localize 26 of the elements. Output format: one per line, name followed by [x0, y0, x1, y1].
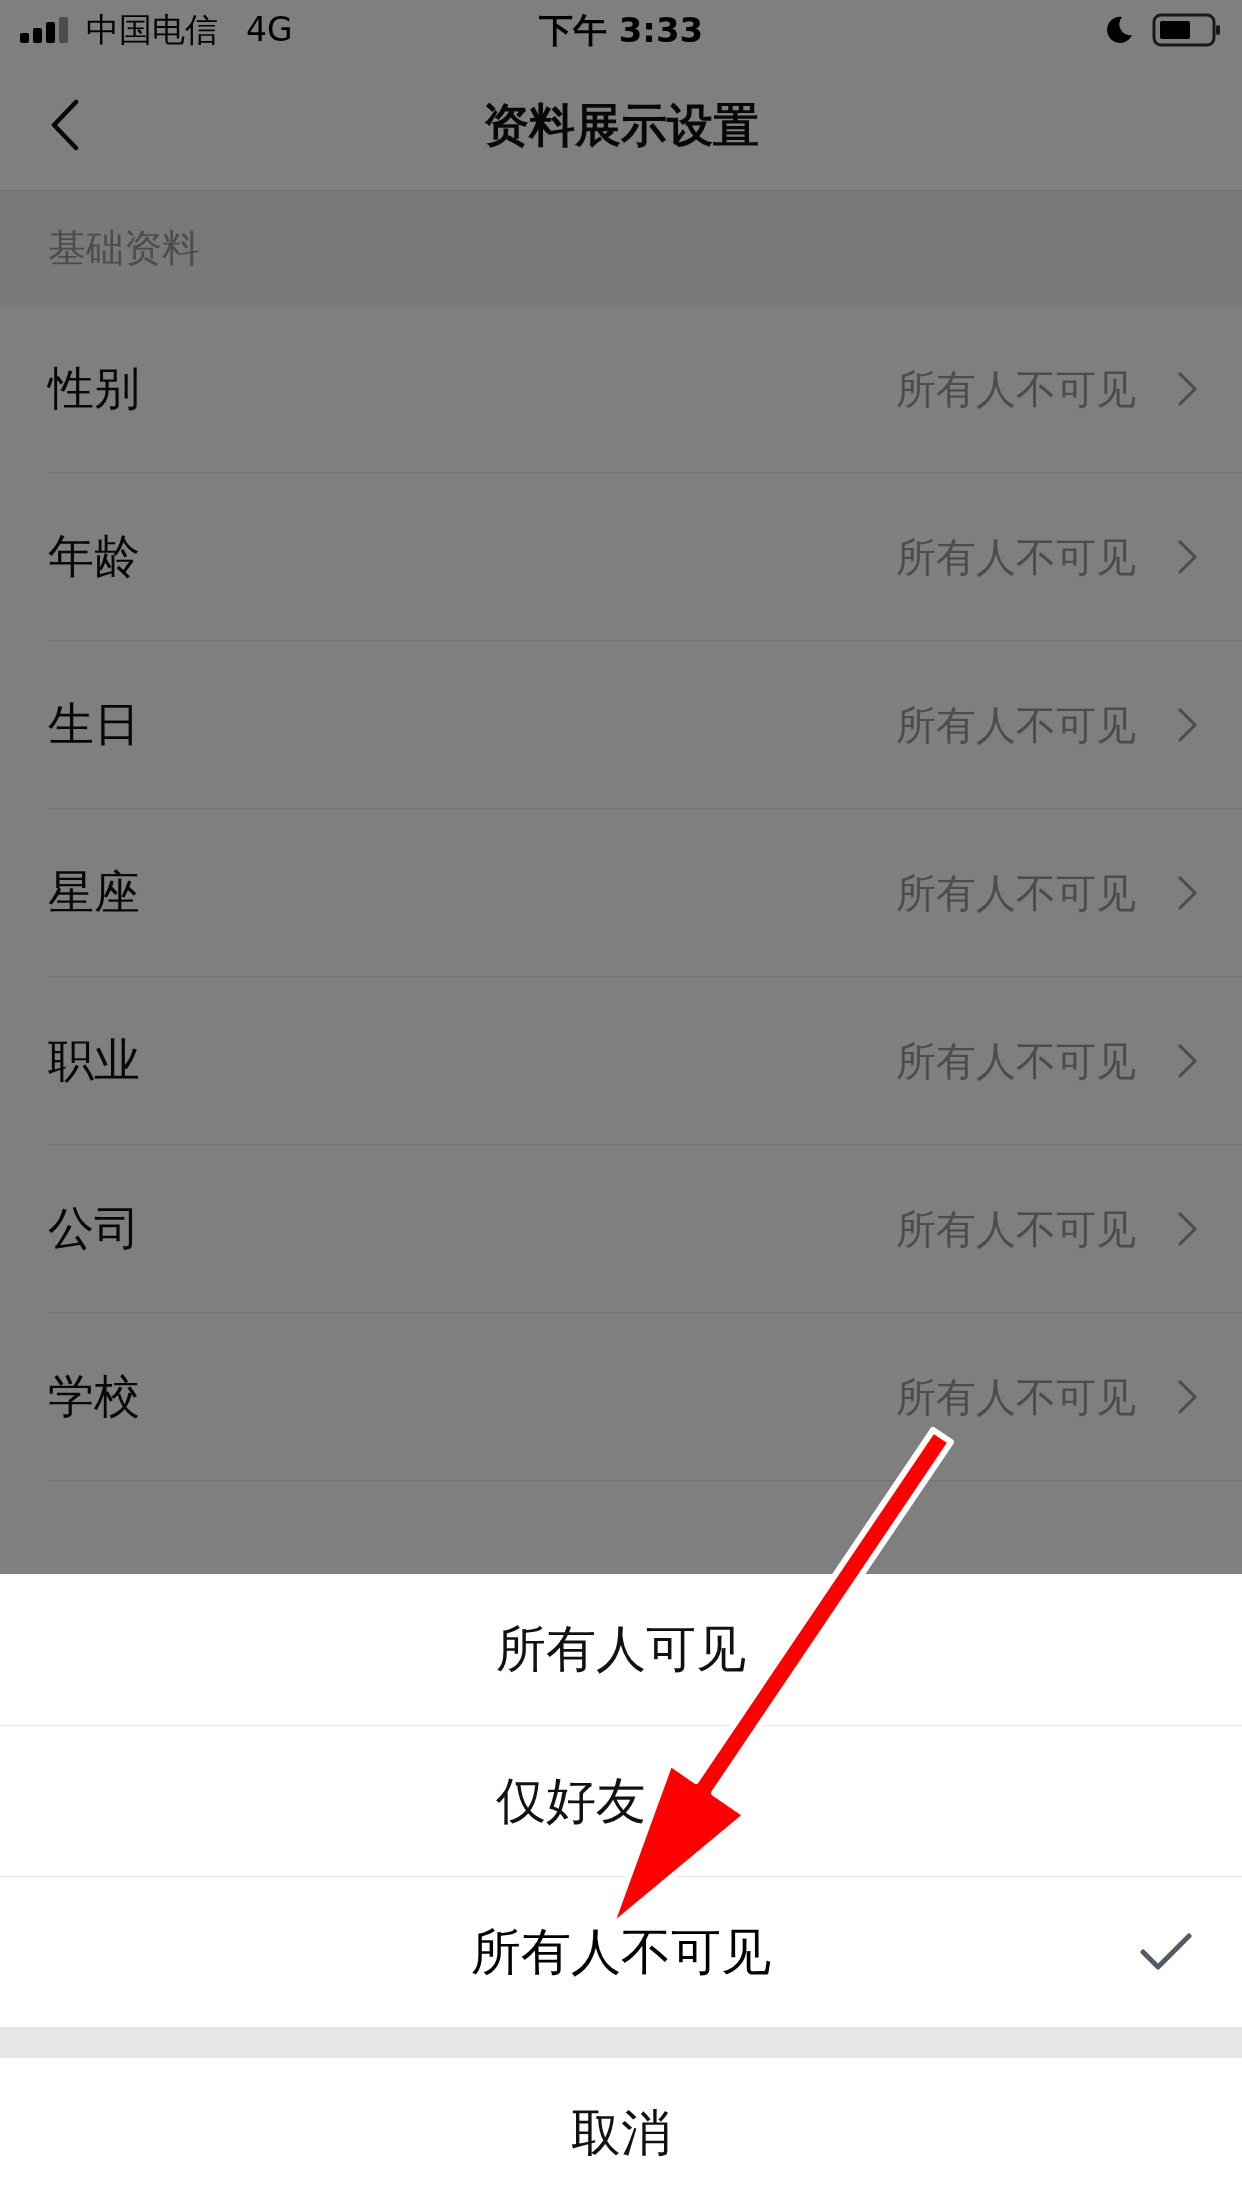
- status-time: 下午 3:33: [538, 8, 704, 52]
- back-icon: [50, 99, 80, 151]
- chevron-right-icon: [1176, 873, 1198, 912]
- moon-icon: [1104, 15, 1134, 45]
- sheet-option[interactable]: 所有人可见: [0, 1574, 1242, 1725]
- page-title: 资料展示设置: [483, 96, 759, 154]
- chevron-right-icon: [1176, 1041, 1198, 1080]
- cancel-button[interactable]: 取消: [0, 2058, 1242, 2208]
- network-type: 4G: [246, 9, 293, 52]
- checkmark-icon: [1140, 1933, 1192, 1971]
- row-label: 公司: [48, 1200, 140, 1257]
- row-label: 星座: [48, 864, 140, 921]
- chevron-right-icon: [1176, 369, 1198, 408]
- chevron-right-icon: [1176, 705, 1198, 744]
- row-label: 生日: [48, 696, 140, 753]
- row-label: 年龄: [48, 528, 140, 585]
- sheet-option[interactable]: 仅好友: [0, 1725, 1242, 1876]
- chevron-right-icon: [1176, 1377, 1198, 1416]
- chevron-right-icon: [1176, 1209, 1198, 1248]
- carrier-name: 中国电信: [86, 9, 218, 52]
- row-label: 学校: [48, 1368, 140, 1425]
- chevron-right-icon: [1176, 537, 1198, 576]
- row-label: 性别: [48, 360, 140, 417]
- battery-icon: [1152, 13, 1222, 47]
- row-label: 职业: [48, 1032, 140, 1089]
- sheet-option[interactable]: 所有人不可见: [0, 1876, 1242, 2027]
